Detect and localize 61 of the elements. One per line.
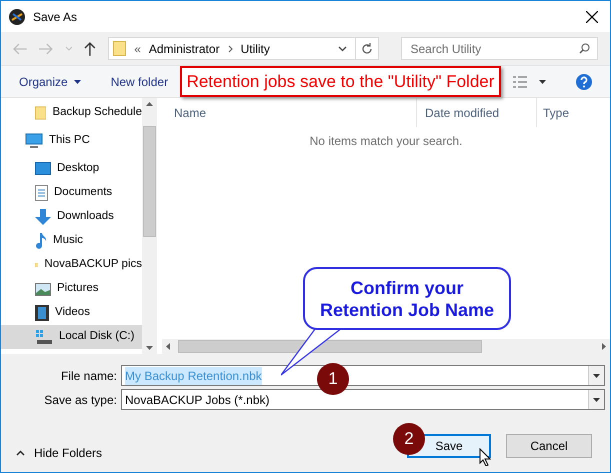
sidebar-item[interactable]: NovaBACKUP pics — [1, 253, 142, 277]
step-badge: 2 — [393, 423, 425, 455]
sidebar-item[interactable]: Pictures — [1, 277, 142, 301]
breadcrumb[interactable]: « — [134, 40, 141, 58]
empty-message: No items match your search. — [310, 133, 462, 150]
caret-icon[interactable] — [539, 80, 546, 84]
scroll-up-icon — [146, 102, 153, 106]
caret-icon[interactable] — [593, 374, 600, 378]
sidebar-item[interactable]: This PC — [1, 129, 142, 153]
sidebar-item[interactable]: Videos — [1, 301, 142, 325]
up-arrow-icon[interactable] — [84, 42, 96, 56]
app-logo-icon — [9, 8, 25, 24]
sidebar-item[interactable]: Local Disk (C:) — [1, 325, 142, 349]
film-icon — [35, 305, 49, 321]
horizontal-scrollbar[interactable] — [162, 339, 610, 354]
close-icon[interactable] — [586, 10, 598, 22]
column-header[interactable]: Type — [537, 98, 570, 127]
refresh-icon[interactable] — [361, 42, 374, 54]
hide-folders-button[interactable]: Hide Folders — [1, 444, 102, 462]
view-options-icon[interactable] — [513, 76, 527, 88]
down-arrow-icon — [35, 209, 51, 225]
annotation-banner: Retention jobs save to the "Utility" Folder — [180, 66, 501, 97]
dropdown-caret-icon[interactable] — [338, 46, 348, 52]
drive-icon — [35, 329, 53, 345]
chevron-up-icon — [16, 450, 25, 456]
breadcrumb[interactable]: Administrator — [148, 40, 220, 58]
sidebar-item[interactable]: Backup Schedule — [1, 101, 142, 125]
column-header[interactable]: Name — [162, 98, 417, 127]
computer-icon — [25, 133, 43, 149]
sidebar-item[interactable]: Music — [1, 229, 142, 253]
column-header[interactable]: Date modified — [417, 98, 537, 127]
caret-icon — [593, 398, 600, 402]
sidebar-item[interactable]: Desktop — [1, 157, 142, 181]
vertical-scrollbar[interactable] — [142, 98, 157, 354]
address-bar[interactable]: « Administrator Utility — [108, 37, 380, 60]
folder-icon — [113, 41, 126, 56]
picture-icon — [35, 282, 51, 296]
file-type-dropdown[interactable]: NovaBACKUP Jobs (*.nbk) — [121, 389, 605, 410]
breadcrumb-chevron-icon — [228, 44, 233, 52]
scroll-left-icon — [166, 343, 170, 350]
sidebar-item[interactable]: Documents — [1, 181, 142, 205]
selected-file-name: My Backup Retention.nbk — [125, 366, 262, 384]
new-folder-button[interactable]: New folder — [110, 72, 168, 90]
caret-icon — [74, 80, 81, 84]
help-icon[interactable] — [576, 74, 592, 90]
scroll-down-icon — [146, 346, 153, 350]
desktop-icon — [35, 162, 51, 176]
folder-icon — [35, 105, 46, 121]
breadcrumb[interactable]: Utility — [240, 40, 270, 58]
window-title: Save As — [33, 8, 78, 26]
document-icon — [35, 185, 48, 201]
field-label: File name: — [60, 368, 118, 384]
sidebar-item[interactable]: Downloads — [1, 205, 142, 229]
music-note-icon — [35, 233, 47, 249]
organize-button[interactable]: Organize — [19, 72, 81, 90]
cancel-button[interactable]: Cancel — [506, 434, 592, 458]
scroll-right-icon — [602, 343, 606, 350]
mouse-cursor-icon — [479, 448, 491, 466]
field-label: Save as type: — [43, 392, 118, 408]
search-field[interactable]: Search Utility — [401, 37, 598, 60]
search-icon — [579, 43, 590, 54]
